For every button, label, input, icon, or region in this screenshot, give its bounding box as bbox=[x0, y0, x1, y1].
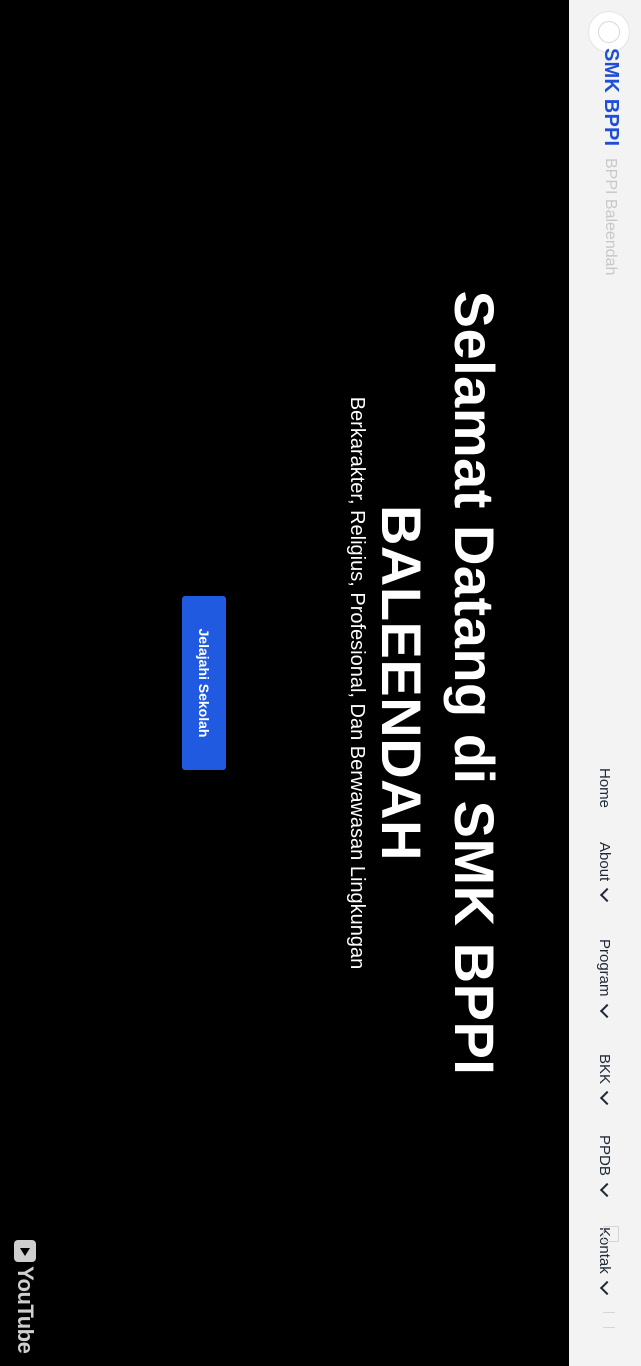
hero-title-line-2: BALEENDAH bbox=[370, 504, 433, 862]
nav-item-label: About bbox=[596, 842, 613, 882]
faded-overlay-icons bbox=[579, 1222, 619, 1328]
chevron-down-icon bbox=[599, 1182, 615, 1197]
nav-item-label: PPDB bbox=[596, 1135, 613, 1176]
hero-title-line-1: Selamat Datang di SMK BPPI bbox=[443, 290, 506, 1076]
logo-emblem-icon bbox=[598, 21, 620, 43]
nav-item-program[interactable]: Program bbox=[596, 939, 615, 1018]
chevron-down-icon bbox=[599, 1090, 615, 1106]
brand-title[interactable]: SMK BPPI bbox=[599, 48, 622, 146]
hero-title: Selamat Datang di SMK BPPI BALEENDAH bbox=[365, 0, 511, 1366]
nav-item-label: Home bbox=[596, 768, 613, 809]
nav-item-home[interactable]: Home bbox=[596, 768, 613, 808]
nav-item-bkk[interactable]: BKK bbox=[596, 1054, 615, 1106]
nav-item-ppdb[interactable]: PPDB bbox=[596, 1135, 615, 1197]
nav-item-label: BKK bbox=[596, 1054, 613, 1085]
chevron-down-icon bbox=[599, 1003, 615, 1018]
explore-school-button[interactable]: Jelajahi Sekolah bbox=[182, 596, 226, 770]
hero-section: Selamat Datang di SMK BPPI BALEENDAH Ber… bbox=[0, 0, 569, 1366]
nav-item-about[interactable]: About bbox=[596, 842, 615, 903]
hero-subtitle: Berkarakter, Religius, Profesional, Dan … bbox=[346, 396, 368, 970]
nav-item-label: Program bbox=[596, 939, 613, 997]
youtube-play-icon bbox=[14, 1240, 36, 1262]
school-logo[interactable] bbox=[589, 12, 629, 52]
brand-subtitle: BPPI Baleendah bbox=[602, 158, 619, 276]
pause-icon bbox=[603, 1312, 615, 1328]
youtube-watermark[interactable]: YouTube bbox=[12, 1240, 38, 1353]
navbar: SMK BPPI BPPI Baleendah Home About Progr… bbox=[569, 0, 641, 1366]
youtube-label: YouTube bbox=[13, 1266, 38, 1354]
chevron-down-icon bbox=[599, 888, 615, 903]
copy-icon bbox=[603, 1226, 619, 1242]
page: SMK BPPI BPPI Baleendah Home About Progr… bbox=[0, 0, 641, 1366]
